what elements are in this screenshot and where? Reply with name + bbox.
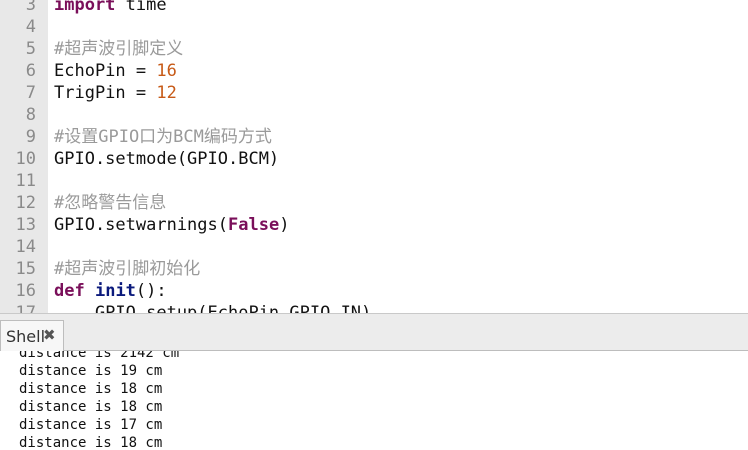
code-line[interactable]: 6 EchoPin = 16 — [0, 60, 748, 82]
close-icon[interactable]: ✖ — [43, 326, 56, 344]
shell-tab-label: Shell — [6, 327, 46, 346]
line-number: 13 — [15, 215, 36, 235]
code-line[interactable]: 12 #忽略警告信息 — [0, 192, 748, 214]
panel-divider: Shell ✖ — [0, 313, 748, 351]
code-line[interactable]: 13 GPIO.setwarnings(False) — [0, 214, 748, 236]
code-line[interactable]: 14 — [0, 236, 748, 258]
code-line[interactable]: 4 — [0, 16, 748, 38]
line-number: 11 — [15, 171, 36, 191]
line-number: 15 — [15, 259, 36, 279]
line-number: 3 — [25, 0, 36, 15]
line-number: 10 — [15, 149, 36, 169]
code-line[interactable]: 3 import time — [0, 0, 748, 16]
code-token: GPIO.setup(EchoPin,GPIO.IN) — [54, 303, 372, 313]
line-number: 16 — [15, 281, 36, 301]
code-token: 12 — [156, 83, 177, 103]
code-line[interactable]: 17 GPIO.setup(EchoPin,GPIO.IN) — [0, 302, 748, 313]
code-token: init — [94, 281, 136, 301]
code-token: #设置GPIO口为BCM编码方式 — [54, 127, 272, 147]
line-number: 6 — [25, 61, 36, 81]
shell-output-line: distance is 18 cm — [19, 399, 163, 415]
code-text: GPIO.setup(EchoPin,GPIO.IN) — [54, 302, 371, 313]
code-text: def init(): — [54, 280, 167, 302]
code-line[interactable]: 10 GPIO.setmode(GPIO.BCM) — [0, 148, 748, 170]
code-token: GPIO.setmode(GPIO.BCM) — [54, 149, 280, 169]
code-text: import time — [54, 0, 167, 16]
code-token: 16 — [156, 61, 177, 81]
code-token: #超声波引脚定义 — [54, 39, 184, 59]
shell-output-line: distance is 18 cm — [19, 381, 163, 397]
code-text: GPIO.setmode(GPIO.BCM) — [54, 148, 279, 170]
code-token: #超声波引脚初始化 — [54, 259, 201, 279]
code-line[interactable]: 16 def init(): — [0, 280, 748, 302]
code-token: GPIO.setwarnings( — [54, 215, 228, 235]
shell-output-line: distance is 17 cm — [19, 417, 163, 433]
code-line[interactable]: 5 #超声波引脚定义 — [0, 38, 748, 60]
code-line[interactable]: 7 TrigPin = 12 — [0, 82, 748, 104]
code-token: (): — [135, 281, 167, 301]
code-text: EchoPin = 16 — [54, 60, 177, 82]
line-number: 12 — [15, 193, 36, 213]
line-number: 7 — [25, 83, 36, 103]
code-editor[interactable]: 3 import time 4 5 #超声波引脚定义 6 EchoPin = 16 7 Trig… — [0, 0, 748, 313]
code-text: GPIO.setwarnings(False) — [54, 214, 289, 236]
code-text: #设置GPIO口为BCM编码方式 — [54, 126, 272, 148]
code-token: #忽略警告信息 — [54, 193, 167, 213]
code-text: #超声波引脚定义 — [54, 38, 183, 60]
code-line[interactable]: 11 — [0, 170, 748, 192]
code-line[interactable]: 9 #设置GPIO口为BCM编码方式 — [0, 126, 748, 148]
line-number: 17 — [15, 303, 36, 313]
line-number: 9 — [25, 127, 36, 147]
shell-output-line: distance is 2142 cm — [19, 351, 180, 361]
code-line[interactable]: 8 — [0, 104, 748, 126]
code-token: import — [54, 0, 116, 15]
code-token: EchoPin = — [54, 61, 157, 81]
code-token: False — [228, 215, 280, 235]
code-token: time — [115, 0, 167, 15]
code-token: def — [54, 281, 85, 301]
line-number: 4 — [25, 17, 36, 37]
code-line[interactable]: 15 #超声波引脚初始化 — [0, 258, 748, 280]
code-text: #超声波引脚初始化 — [54, 258, 200, 280]
code-text: TrigPin = 12 — [54, 82, 177, 104]
line-number: 5 — [25, 39, 36, 59]
code-token: ) — [279, 215, 290, 235]
shell-output-line: distance is 19 cm — [19, 363, 163, 379]
line-number: 14 — [15, 237, 36, 257]
code-token: TrigPin = — [54, 83, 157, 103]
line-number: 8 — [25, 105, 36, 125]
tab-shell[interactable]: Shell ✖ — [0, 320, 64, 351]
shell-output-pane[interactable]: distance is 2142 cm distance is 19 cm dist… — [0, 351, 748, 450]
code-text: #忽略警告信息 — [54, 192, 166, 214]
shell-output-line: distance is 18 cm — [19, 435, 163, 450]
